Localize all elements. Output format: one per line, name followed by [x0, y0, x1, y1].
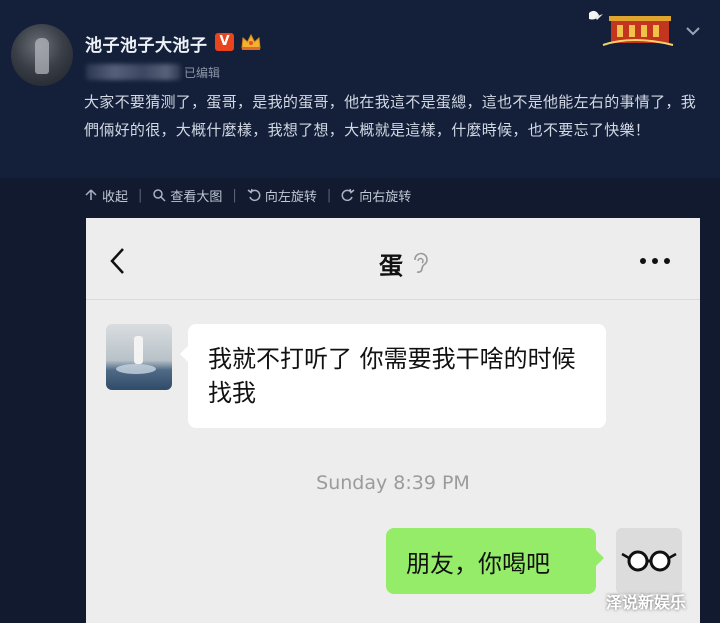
chat-header: 蛋 — [86, 218, 700, 300]
incoming-bubble: 我就不打听了 你需要我干啥的时候找我 — [180, 324, 606, 428]
chat-title: 蛋 — [379, 252, 403, 280]
contact-avatar[interactable] — [106, 324, 172, 390]
crown-icon — [241, 33, 261, 50]
weibo-post: 池子池子大池子 V 已编辑 大家不要猜测了，蛋哥，是我的蛋哥，他在我這不是蛋總，… — [0, 0, 720, 178]
more-icon[interactable] — [638, 256, 672, 266]
outgoing-bubble: 朋友，你喝吧 — [386, 528, 604, 594]
user-avatar[interactable] — [11, 24, 73, 86]
ear-icon — [414, 252, 428, 273]
back-arrow-icon[interactable] — [108, 246, 128, 276]
view-large-button[interactable]: 查看大图 — [152, 186, 222, 205]
toolbar-separator: | — [232, 187, 237, 203]
chevron-down-icon[interactable] — [684, 24, 702, 38]
message-timestamp: Sunday 8:39 PM — [316, 472, 470, 494]
username[interactable]: 池子池子大池子 — [85, 31, 208, 56]
blurred-timestamp — [86, 64, 181, 80]
image-toolbar: 收起 | 查看大图 | 向左旋转 | 向右旋转 — [84, 185, 421, 205]
rotate-right-button[interactable]: 向右旋转 — [341, 186, 411, 205]
collapse-icon — [85, 189, 97, 200]
view-large-label: 查看大图 — [170, 189, 223, 205]
glasses-icon — [616, 528, 682, 594]
chat-screenshot[interactable]: 蛋 我就不打听了 你需要我干啥的时候找我 Sunday 8:39 PM 朋友，你… — [86, 218, 700, 623]
rotate-left-label: 向左旋转 — [264, 189, 317, 205]
edited-label: 已编辑 — [184, 66, 221, 80]
verified-badge: V — [215, 33, 234, 51]
search-icon — [153, 189, 166, 202]
rotate-left-button[interactable]: 向左旋转 — [247, 186, 317, 205]
decoration-image — [589, 10, 674, 46]
collapse-label: 收起 — [102, 189, 129, 205]
rotate-right-label: 向右旋转 — [359, 189, 412, 205]
rotate-right-icon — [341, 188, 355, 202]
toolbar-separator: | — [326, 187, 332, 203]
toolbar-separator: | — [138, 187, 143, 203]
rotate-left-icon — [247, 188, 261, 202]
self-avatar[interactable] — [616, 528, 682, 594]
collapse-button[interactable]: 收起 — [84, 186, 128, 205]
watermark: 泽说新娱乐 — [606, 593, 687, 612]
post-text: 大家不要猜测了，蛋哥，是我的蛋哥，他在我這不是蛋總，這也不是他能左右的事情了，我… — [84, 93, 697, 139]
